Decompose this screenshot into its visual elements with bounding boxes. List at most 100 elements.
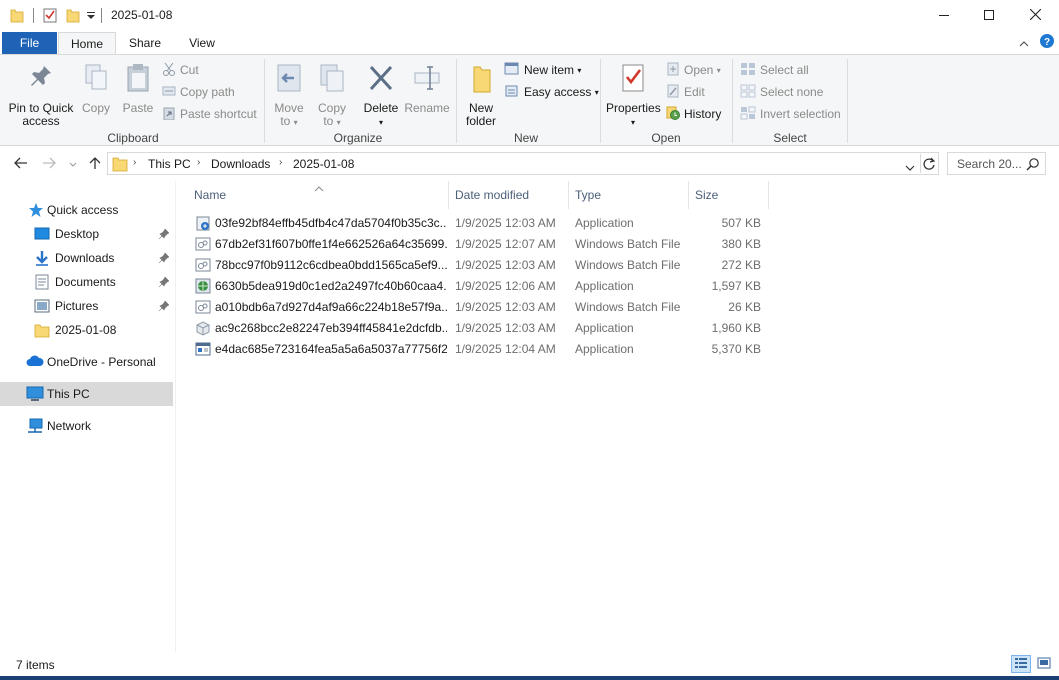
desktop-icon: [34, 226, 50, 245]
sidebar-item-desktop[interactable]: Desktop: [0, 222, 173, 246]
refresh-icon[interactable]: [922, 157, 936, 174]
copy-to-button[interactable]: Copy to ▾: [313, 61, 351, 129]
breadcrumb-separator-icon[interactable]: ›: [133, 157, 136, 168]
move-to-button[interactable]: Move to ▾: [270, 61, 308, 129]
rename-button[interactable]: Rename: [404, 61, 450, 115]
properties-quick-icon[interactable]: [43, 7, 57, 26]
properties-button[interactable]: Properties ▾: [606, 61, 661, 129]
window-bottom-edge: [0, 676, 1059, 680]
minimize-button[interactable]: [921, 0, 967, 31]
search-icon[interactable]: [1026, 157, 1040, 174]
forward-button[interactable]: [40, 155, 58, 173]
customize-quick-access-icon[interactable]: [87, 10, 95, 24]
file-list: Name Date modified Type Size 03fe92bf84e…: [176, 181, 1059, 652]
invert-selection-button[interactable]: Invert selection: [740, 104, 841, 124]
new-folder-icon: [462, 61, 500, 98]
file-size: 272 KB: [721, 258, 761, 272]
file-date: 1/9/2025 12:03 AM: [455, 321, 556, 335]
sidebar-item-documents[interactable]: Documents: [0, 270, 173, 294]
up-arrow-icon: [89, 156, 101, 173]
file-row[interactable]: ac9c268bcc2e82247eb394ff45841e2dcfdb... …: [190, 318, 770, 339]
column-header-size[interactable]: Size: [689, 181, 768, 209]
folder-icon: [112, 155, 128, 175]
pin-icon[interactable]: [158, 276, 170, 290]
column-header-date-modified[interactable]: Date modified: [449, 181, 568, 209]
breadcrumb-current-folder[interactable]: 2025-01-08: [293, 157, 354, 171]
pin-icon[interactable]: [158, 300, 170, 314]
sidebar-item-quick-access[interactable]: Quick access: [0, 198, 173, 222]
sidebar-item-2025-01-08[interactable]: 2025-01-08: [0, 318, 173, 342]
up-button[interactable]: [86, 155, 104, 173]
tab-file[interactable]: File: [2, 32, 57, 55]
delete-button[interactable]: Delete ▾: [362, 61, 400, 129]
file-row[interactable]: e4dac685e723164fea5a5a6a5037a77756f2... …: [190, 339, 770, 360]
clipboard-group-label: Clipboard: [107, 131, 159, 145]
help-icon[interactable]: ?: [1040, 34, 1054, 51]
tab-home[interactable]: Home: [58, 32, 116, 56]
close-icon: [1029, 8, 1041, 23]
address-bar[interactable]: › This PC › Downloads › 2025-01-08: [107, 152, 939, 175]
file-name: e4dac685e723164fea5a5a6a5037a77756f2...: [215, 342, 447, 356]
close-button[interactable]: [1012, 0, 1058, 31]
pin-icon[interactable]: [158, 228, 170, 242]
new-folder-quick-icon[interactable]: [66, 7, 80, 26]
move-to-icon: [270, 61, 308, 98]
history-button[interactable]: History: [666, 104, 721, 124]
breadcrumb-downloads[interactable]: Downloads: [211, 157, 270, 171]
download-arrow-icon: [34, 250, 50, 269]
breadcrumb-this-pc[interactable]: This PC: [148, 157, 191, 171]
address-dropdown-icon[interactable]: [905, 161, 915, 175]
breadcrumb-separator-icon[interactable]: ›: [279, 157, 282, 168]
file-row[interactable]: 78bcc97f0b9112c6cdbea0bdd1565ca5ef9... 1…: [190, 255, 770, 276]
new-item-button[interactable]: New item ▾: [504, 60, 581, 80]
new-group-label: New: [513, 131, 538, 145]
easy-access-button[interactable]: Easy access ▾: [504, 82, 599, 102]
pin-to-quick-access-button[interactable]: Pin to Quick access: [6, 61, 76, 128]
copy-path-button[interactable]: Copy path: [162, 82, 235, 102]
folder-icon: [34, 322, 50, 341]
breadcrumb-separator-icon[interactable]: ›: [197, 157, 200, 168]
sidebar-item-this-pc[interactable]: This PC: [0, 382, 173, 406]
file-type: Application: [575, 216, 634, 230]
easy-access-icon: [504, 84, 520, 101]
ribbon-tabs: File Home Share View ?: [0, 31, 1059, 56]
maximize-button[interactable]: [966, 0, 1012, 31]
column-header-name[interactable]: Name: [188, 181, 448, 209]
new-folder-button[interactable]: New folder: [462, 61, 500, 128]
column-header-type[interactable]: Type: [569, 181, 688, 209]
edit-button[interactable]: Edit: [666, 82, 705, 102]
file-row[interactable]: 03fe92bf84effb45dfb4c47da5704f0b35c3c...…: [190, 213, 770, 234]
open-group-label: Open: [651, 131, 681, 145]
details-view-button[interactable]: [1011, 655, 1031, 673]
copy-button[interactable]: Copy: [78, 61, 114, 115]
recent-locations-button[interactable]: [64, 155, 82, 173]
copy-path-icon: [162, 84, 176, 101]
tab-view[interactable]: View: [174, 32, 230, 55]
collapse-ribbon-icon[interactable]: [1019, 37, 1029, 51]
large-icons-view-button[interactable]: [1034, 655, 1054, 673]
sidebar-item-onedrive[interactable]: OneDrive - Personal: [0, 350, 173, 374]
navigation-bar: › This PC › Downloads › 2025-01-08 Searc…: [0, 147, 1059, 181]
cloud-icon: [26, 354, 44, 371]
paste-button[interactable]: Paste: [120, 61, 156, 115]
search-box[interactable]: Search 20...: [947, 152, 1046, 175]
file-row[interactable]: 6630b5dea919d0c1ed2a2497fc40b60caa4... 1…: [190, 276, 770, 297]
open-button[interactable]: Open ▾: [666, 60, 721, 80]
select-all-button[interactable]: Select all: [740, 60, 809, 80]
select-group-label: Select: [773, 131, 807, 145]
file-type: Windows Batch File: [575, 300, 681, 314]
search-input[interactable]: Search 20...: [957, 157, 1022, 171]
tab-share[interactable]: Share: [117, 32, 173, 55]
sidebar-item-network[interactable]: Network: [0, 414, 173, 438]
file-row[interactable]: 67db2ef31f607b0ffe1f4e662526a64c35699...…: [190, 234, 770, 255]
pin-icon[interactable]: [158, 252, 170, 266]
file-row[interactable]: a010bdb6a7d927d4af9a66c224b18e57f9a... 1…: [190, 297, 770, 318]
back-button[interactable]: [12, 155, 30, 173]
history-icon: [666, 106, 680, 123]
select-none-button[interactable]: Select none: [740, 82, 823, 102]
forward-arrow-icon: [42, 157, 56, 172]
sidebar-item-downloads[interactable]: Downloads: [0, 246, 173, 270]
cut-button[interactable]: Cut: [162, 60, 199, 80]
paste-shortcut-button[interactable]: Paste shortcut: [162, 104, 257, 124]
sidebar-item-pictures[interactable]: Pictures: [0, 294, 173, 318]
